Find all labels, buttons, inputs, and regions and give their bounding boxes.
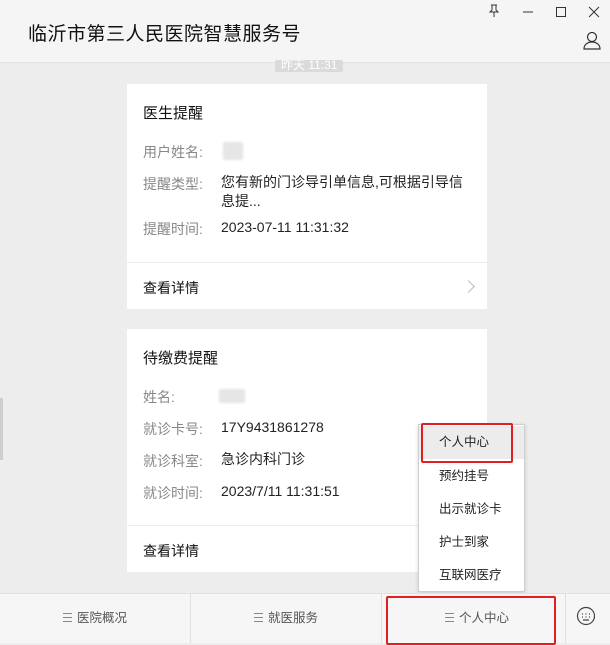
row-label: 提醒类型: (143, 176, 203, 192)
redacted-name (219, 389, 245, 403)
row-value: 2023/7/11 11:31:51 (221, 483, 340, 499)
maximize-icon[interactable] (551, 4, 571, 24)
chevron-right-icon (462, 280, 475, 293)
tab-separator (565, 594, 566, 643)
row-label: 提醒时间: (143, 221, 203, 237)
pin-icon[interactable] (484, 4, 504, 24)
tab-label: 医院概况 (76, 611, 127, 625)
title-bar: 临沂市第三人民医院智慧服务号 (0, 0, 610, 63)
card-title: 待缴费提醒 (143, 350, 219, 367)
tab-label: 就医服务 (267, 611, 318, 625)
chat-timestamp: 昨天 11:31 (275, 60, 344, 72)
submenu-item-nurse-home[interactable]: 护士到家 (419, 526, 524, 559)
tab-medical-service[interactable]: 就医服务 (191, 594, 381, 643)
user-profile-icon[interactable] (582, 30, 602, 50)
row-label: 用户姓名: (143, 144, 203, 160)
keyboard-toggle-icon[interactable] (576, 606, 596, 626)
row-label: 就诊卡号: (143, 421, 203, 437)
view-details-link[interactable]: 查看详情 (143, 278, 199, 298)
row-label: 姓名: (143, 389, 175, 405)
minimize-icon[interactable] (518, 4, 538, 24)
divider (127, 262, 487, 263)
row-value: 17Y9431861278 (221, 419, 324, 435)
menu-icon (253, 613, 263, 623)
close-icon[interactable] (584, 4, 604, 24)
doctor-reminder-card[interactable]: 医生提醒 用户姓名: 提醒类型: 您有新的门诊导引单信息,可根据引导信息提...… (127, 84, 487, 309)
row-value: 您有新的门诊导引单信息,可根据引导信息提... (221, 174, 463, 209)
view-details-link[interactable]: 查看详情 (143, 541, 199, 561)
redacted-name (223, 142, 243, 160)
row-label: 就诊科室: (143, 453, 203, 469)
card-title: 医生提醒 (143, 105, 204, 122)
highlight-box (386, 596, 556, 645)
submenu-item-internet-medical[interactable]: 互联网医疗 (419, 559, 524, 592)
highlight-box (421, 423, 513, 463)
submenu-item-show-card[interactable]: 出示就诊卡 (419, 493, 524, 526)
row-value: 急诊内科门诊 (221, 451, 305, 467)
menu-icon (62, 613, 72, 623)
row-label: 就诊时间: (143, 485, 203, 501)
scroll-edge (0, 398, 3, 460)
submenu-item-appointment[interactable]: 预约挂号 (419, 460, 524, 493)
window-title: 临沂市第三人民医院智慧服务号 (28, 24, 302, 45)
tab-hospital-overview[interactable]: 医院概况 (0, 594, 190, 643)
row-value: 2023-07-11 11:31:32 (221, 219, 349, 235)
